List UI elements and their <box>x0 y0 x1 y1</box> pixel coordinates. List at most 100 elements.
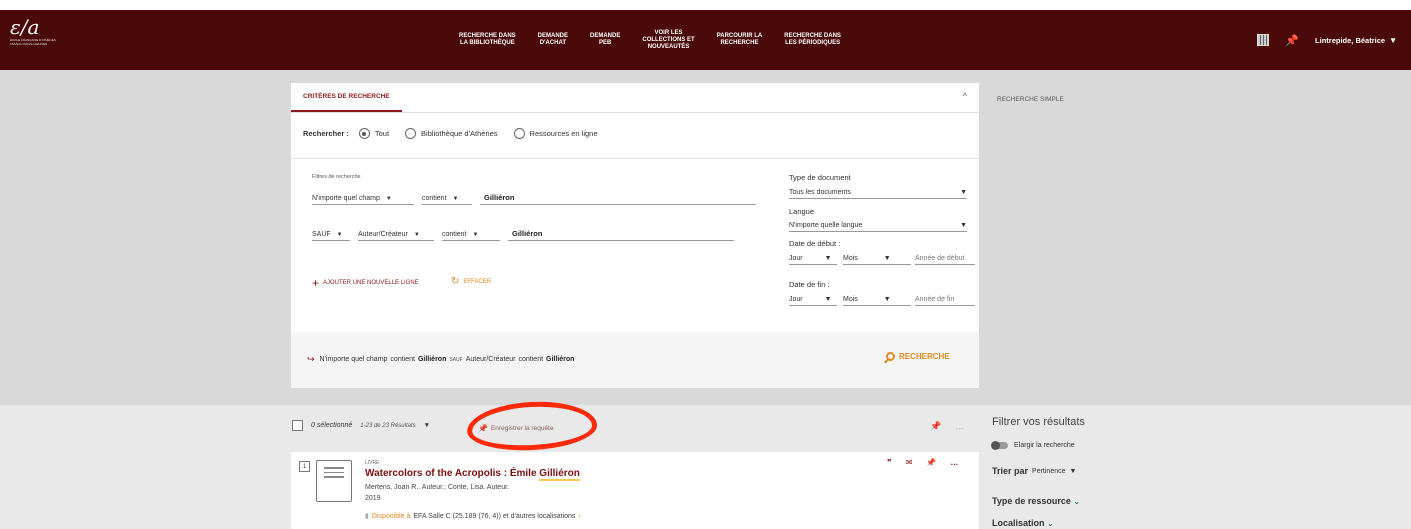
field-value: Auteur/Créateur <box>358 231 408 238</box>
filter-row-1: N'importe quel champ ▼ contient ▼ Gilliéro… <box>312 193 756 205</box>
caret-down-icon: ▼ <box>960 189 967 196</box>
search-icon <box>886 352 895 361</box>
language-select[interactable]: N'importe quelle langue ▼ <box>789 222 967 232</box>
scope-athens-label: Bibliothèque d'Athènes <box>421 129 498 138</box>
language-label: Langue <box>789 207 815 216</box>
facet-label: Type de ressource <box>992 496 1071 506</box>
summary-bool: SAUF <box>449 356 463 363</box>
facet-location[interactable]: Localisation ⌄ <box>992 518 1054 528</box>
caret-down-icon: ▼ <box>452 195 459 202</box>
facet-resource-type[interactable]: Type de ressource ⌄ <box>992 496 1080 506</box>
nav-periodicals[interactable]: RECHERCHE DANS LES PÉRIODIQUES <box>773 33 852 47</box>
logo-subtitle-gr: ΓΑΛΛΙΚΗ ΣΧΟΛΗ ΑΘΗΝΩΝ <box>10 42 48 46</box>
search-button-label: RECHERCHE <box>899 352 950 361</box>
add-line-button[interactable]: + AJOUTER UNE NOUVELLE LIGNE <box>312 276 419 290</box>
pin-icon[interactable]: 📌 <box>930 421 941 432</box>
doc-type-value: Tous les documents <box>789 189 851 196</box>
scope-selector: Rechercher : Tout Bibliothèque d'Athènes… <box>303 128 608 139</box>
summary-field-2: Auteur/Créateur <box>465 356 516 363</box>
search-button[interactable]: RECHERCHE <box>886 352 950 361</box>
select-all-checkbox[interactable] <box>292 420 303 431</box>
sort-by[interactable]: Trier par Pertinence ▼ <box>992 466 1076 476</box>
summary-field-1: N'importe quel champ <box>319 356 388 363</box>
pin-icon[interactable]: 📌 <box>926 458 936 467</box>
citation-icon[interactable]: ❞ <box>887 458 892 467</box>
book-icon <box>316 460 352 502</box>
expand-search-toggle[interactable]: Elargir la recherche <box>991 441 1075 450</box>
user-name: Lintrepide, Béatrice <box>1315 35 1386 45</box>
arrow-right-icon: ↪ <box>307 354 315 364</box>
boolean-select-2[interactable]: SAUF ▼ <box>312 231 350 241</box>
summary-term-1: Gilliéron <box>417 356 447 363</box>
expand-label: Elargir la recherche <box>1014 442 1075 449</box>
caret-down-icon[interactable]: ▼ <box>424 422 430 429</box>
operator-value: contient <box>422 195 447 202</box>
start-month-select[interactable]: Mois ▼ <box>843 255 911 265</box>
search-term-1[interactable]: Gilliéron <box>480 193 756 205</box>
caret-down-icon: ▼ <box>1389 35 1397 45</box>
end-month-select[interactable]: Mois ▼ <box>843 296 911 306</box>
operator-select-2[interactable]: contient ▼ <box>442 231 500 241</box>
chevron-up-icon[interactable]: ^ <box>963 91 967 101</box>
end-year-input[interactable]: Année de fin <box>915 296 975 306</box>
reset-icon: ↻ <box>451 276 460 287</box>
tab-search-criteria[interactable]: CRITÈRES DE RECHERCHE <box>291 83 402 112</box>
start-year-input[interactable]: Année de début <box>915 255 975 265</box>
title-text: Watercolors of the Acropolis : Émile <box>365 468 540 479</box>
scope-online[interactable]: Ressources en ligne <box>513 128 598 139</box>
scope-athens[interactable]: Bibliothèque d'Athènes <box>405 128 498 139</box>
end-date-row: Jour ▼ Mois ▼ Année de fin <box>789 296 975 306</box>
nav-collections[interactable]: VOIR LES COLLECTIONS ET NOUVEAUTÉS <box>631 30 705 51</box>
app-header: ε/a ÉCOLE FRANÇAISE D'ATHÈNES ΓΑΛΛΙΚΗ ΣΧ… <box>0 10 1411 70</box>
query-summary: ↪ N'importe quel champ contient Gilliéro… <box>307 354 574 365</box>
scope-online-label: Ressources en ligne <box>529 129 598 138</box>
pin-icon[interactable]: 📌 <box>1285 34 1299 47</box>
title-highlight: Gilliéron <box>539 468 580 481</box>
more-icon[interactable]: … <box>955 421 964 432</box>
add-line-label: AJOUTER UNE NOUVELLE LIGNE <box>323 280 419 286</box>
nav-purchase-request[interactable]: DEMANDE D'ACHAT <box>527 33 579 47</box>
result-year: 2019 <box>365 495 381 502</box>
results-toolbar-actions: 📌 … <box>930 421 964 432</box>
clear-button[interactable]: ↻ EFFACER <box>451 276 491 287</box>
nav-ill-request[interactable]: DEMANDE PEB <box>579 33 631 47</box>
scope-label: Rechercher : <box>303 129 349 138</box>
user-menu[interactable]: Lintrepide, Béatrice ▼ <box>1315 36 1397 45</box>
start-day-select[interactable]: Jour ▼ <box>789 255 837 265</box>
field-select-2[interactable]: Auteur/Créateur ▼ <box>358 231 434 241</box>
efa-logo[interactable]: ε/a ÉCOLE FRANÇAISE D'ATHÈNES ΓΑΛΛΙΚΗ ΣΧ… <box>10 16 60 64</box>
search-term-2[interactable]: Gilliéron <box>508 229 734 241</box>
availability-label: Disponible à <box>371 512 411 520</box>
nav-browse[interactable]: PARCOURIR LA RECHERCHE <box>706 33 774 47</box>
results-count[interactable]: 1-23 de 23 Résultats <box>360 423 415 429</box>
radio-icon <box>405 128 417 139</box>
summary-term-2: Gilliéron <box>546 356 575 363</box>
field-select-1[interactable]: N'importe quel champ ▼ <box>312 195 414 205</box>
summary-op-1: contient <box>390 356 415 363</box>
availability-link[interactable]: ▮ Disponible à EFA Salle C (25.189 (76, … <box>365 512 581 521</box>
doc-type-select[interactable]: Tous les documents ▼ <box>789 189 967 199</box>
nav-library-search[interactable]: RECHERCHE DANS LA BIBLIOTHÈQUE <box>448 33 527 47</box>
start-date-label: Date de début : <box>789 239 841 248</box>
scope-all[interactable]: Tout <box>358 128 390 139</box>
result-item[interactable]: 1 LIVRE Watercolors of the Acropolis : É… <box>291 452 979 529</box>
email-icon[interactable]: ✉ <box>906 458 913 467</box>
summary-op-2: contient <box>518 356 544 363</box>
facets-title: Filtrer vos résultats <box>992 416 1085 428</box>
qr-code-icon[interactable] <box>1257 34 1270 46</box>
caret-down-icon: ▼ <box>336 231 343 238</box>
more-icon[interactable]: … <box>950 458 958 467</box>
caret-down-icon: ▼ <box>824 255 832 262</box>
result-title[interactable]: Watercolors of the Acropolis : Émile Gil… <box>365 468 580 481</box>
plus-icon: + <box>312 276 320 290</box>
end-day-select[interactable]: Jour ▼ <box>789 296 837 306</box>
caret-down-icon: ▼ <box>883 255 891 262</box>
scope-all-label: Tout <box>374 129 390 138</box>
result-number[interactable]: 1 <box>299 461 310 472</box>
end-date-label: Date de fin : <box>789 280 830 289</box>
chevron-right-icon: › <box>578 512 581 520</box>
simple-search-link[interactable]: RECHERCHE SIMPLE <box>997 96 1064 103</box>
logo-mark: ε/a <box>10 15 40 39</box>
operator-select-1[interactable]: contient ▼ <box>422 195 472 205</box>
sort-value: Pertinence <box>1032 467 1066 475</box>
